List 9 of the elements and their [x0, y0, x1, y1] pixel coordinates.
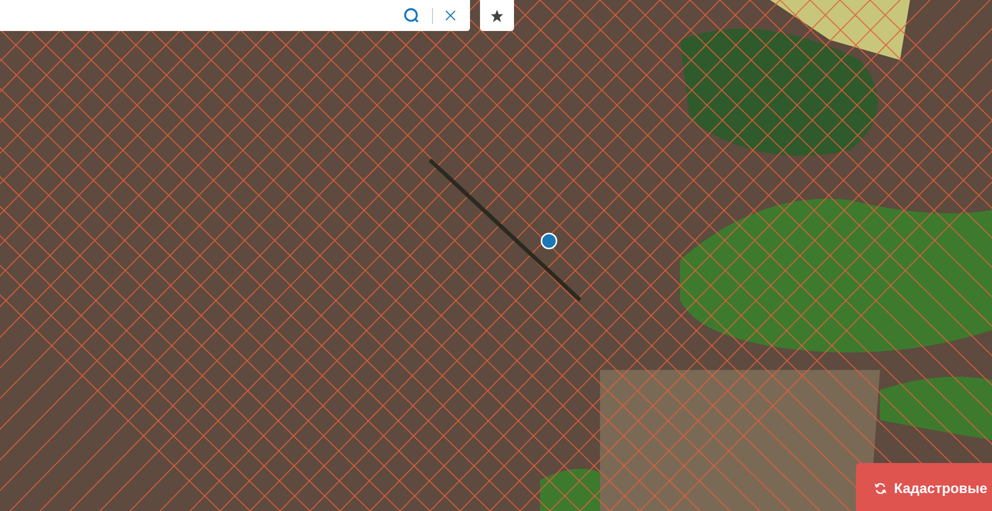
search-icon[interactable] — [403, 7, 420, 24]
cadastre-button[interactable]: Кадастровые — [856, 463, 992, 511]
search-field[interactable] — [0, 0, 470, 31]
location-marker-icon[interactable] — [540, 232, 558, 250]
star-icon — [490, 8, 504, 22]
refresh-icon — [874, 482, 887, 494]
close-icon[interactable] — [445, 10, 456, 21]
favorite-button[interactable] — [480, 0, 514, 31]
satellite-map-drawing[interactable] — [0, 0, 992, 511]
